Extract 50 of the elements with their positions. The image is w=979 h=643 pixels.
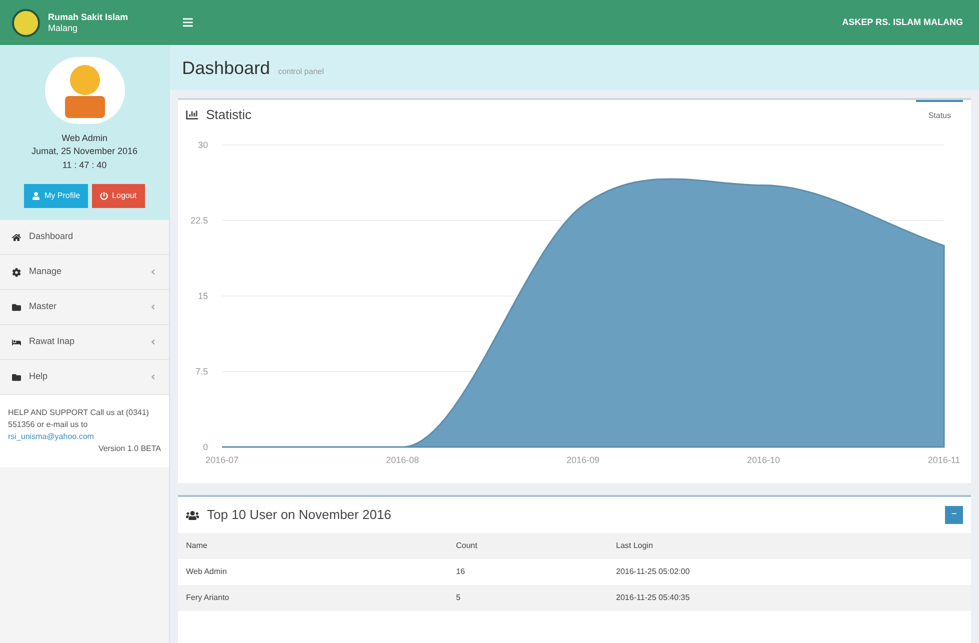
user-icon — [32, 192, 40, 200]
axis-tick-label: 30 — [198, 140, 208, 150]
logo-icon — [12, 8, 40, 36]
axis-tick-label: 7.5 — [195, 366, 208, 376]
brand-name: Malang — [48, 22, 79, 34]
table-cell-text: Fery Arianto — [185, 592, 230, 604]
bed-icon — [12, 338, 21, 346]
card-title: Statistic — [206, 106, 252, 124]
logout-button[interactable]: Logout — [92, 184, 145, 208]
axis-tick-label: 22.5 — [190, 216, 208, 226]
home-icon — [12, 232, 21, 242]
page-subtitle: control panel — [278, 66, 324, 78]
collapse-button[interactable]: − — [945, 506, 963, 524]
email-link[interactable]: rsi_unisma@yahoo.com — [8, 431, 161, 443]
column-header: Last Login — [615, 540, 654, 552]
column-header: Count — [455, 540, 478, 552]
chart-icon — [186, 109, 198, 121]
users-icon — [186, 508, 199, 522]
user-time: 11 : 47 : 40 — [62, 158, 107, 172]
brand-name: Rumah Sakit Islam — [48, 12, 128, 22]
hospital-name: ASKEP RS. ISLAM MALANG — [842, 16, 963, 29]
axis-tick-label: 0 — [202, 442, 208, 452]
card-title: Top 10 User on November 2016 — [207, 506, 392, 524]
table-cell-text: 16 — [455, 566, 466, 578]
folder-icon — [12, 302, 21, 312]
user-date: Jumat, 25 November 2016 — [31, 145, 138, 158]
status-tab[interactable]: Status — [916, 100, 963, 130]
sidebar-item[interactable]: Master — [0, 290, 169, 325]
axis-tick-label: 15 — [198, 291, 208, 301]
sidebar-item[interactable]: Manage — [0, 255, 169, 290]
axis-tick-label: 2016-08 — [386, 455, 420, 465]
sidebar-item[interactable]: Dashboard — [0, 220, 169, 255]
axis-tick-label: 2016-11 — [928, 455, 960, 465]
user-name: Web Admin — [62, 132, 108, 144]
column-header: Name — [185, 540, 208, 552]
support-text: HELP AND SUPPORT Call us at (0341) 551356 or e-mail us to — [8, 407, 150, 431]
page-title: Dashboard — [182, 57, 270, 80]
gear-icon — [12, 268, 21, 276]
table-cell-text: Web Admin — [185, 566, 228, 578]
table-cell-text: 5 — [455, 592, 462, 604]
power-icon — [100, 192, 108, 200]
sidebar-item[interactable]: Rawat Inap — [0, 325, 169, 360]
axis-tick-label: 2016-09 — [566, 455, 600, 465]
axis-tick-label: 2016-07 — [205, 455, 239, 465]
table-cell-text: 2016-11-25 05:02:00 — [615, 566, 691, 578]
menu-toggle[interactable]: ≡ — [170, 12, 206, 32]
table-cell-text: 2016-11-25 05:40:35 — [615, 592, 691, 604]
folder-icon — [12, 372, 21, 382]
axis-tick-label: 2016-10 — [746, 455, 780, 465]
version-text: Version 1.0 BETA — [98, 443, 161, 455]
